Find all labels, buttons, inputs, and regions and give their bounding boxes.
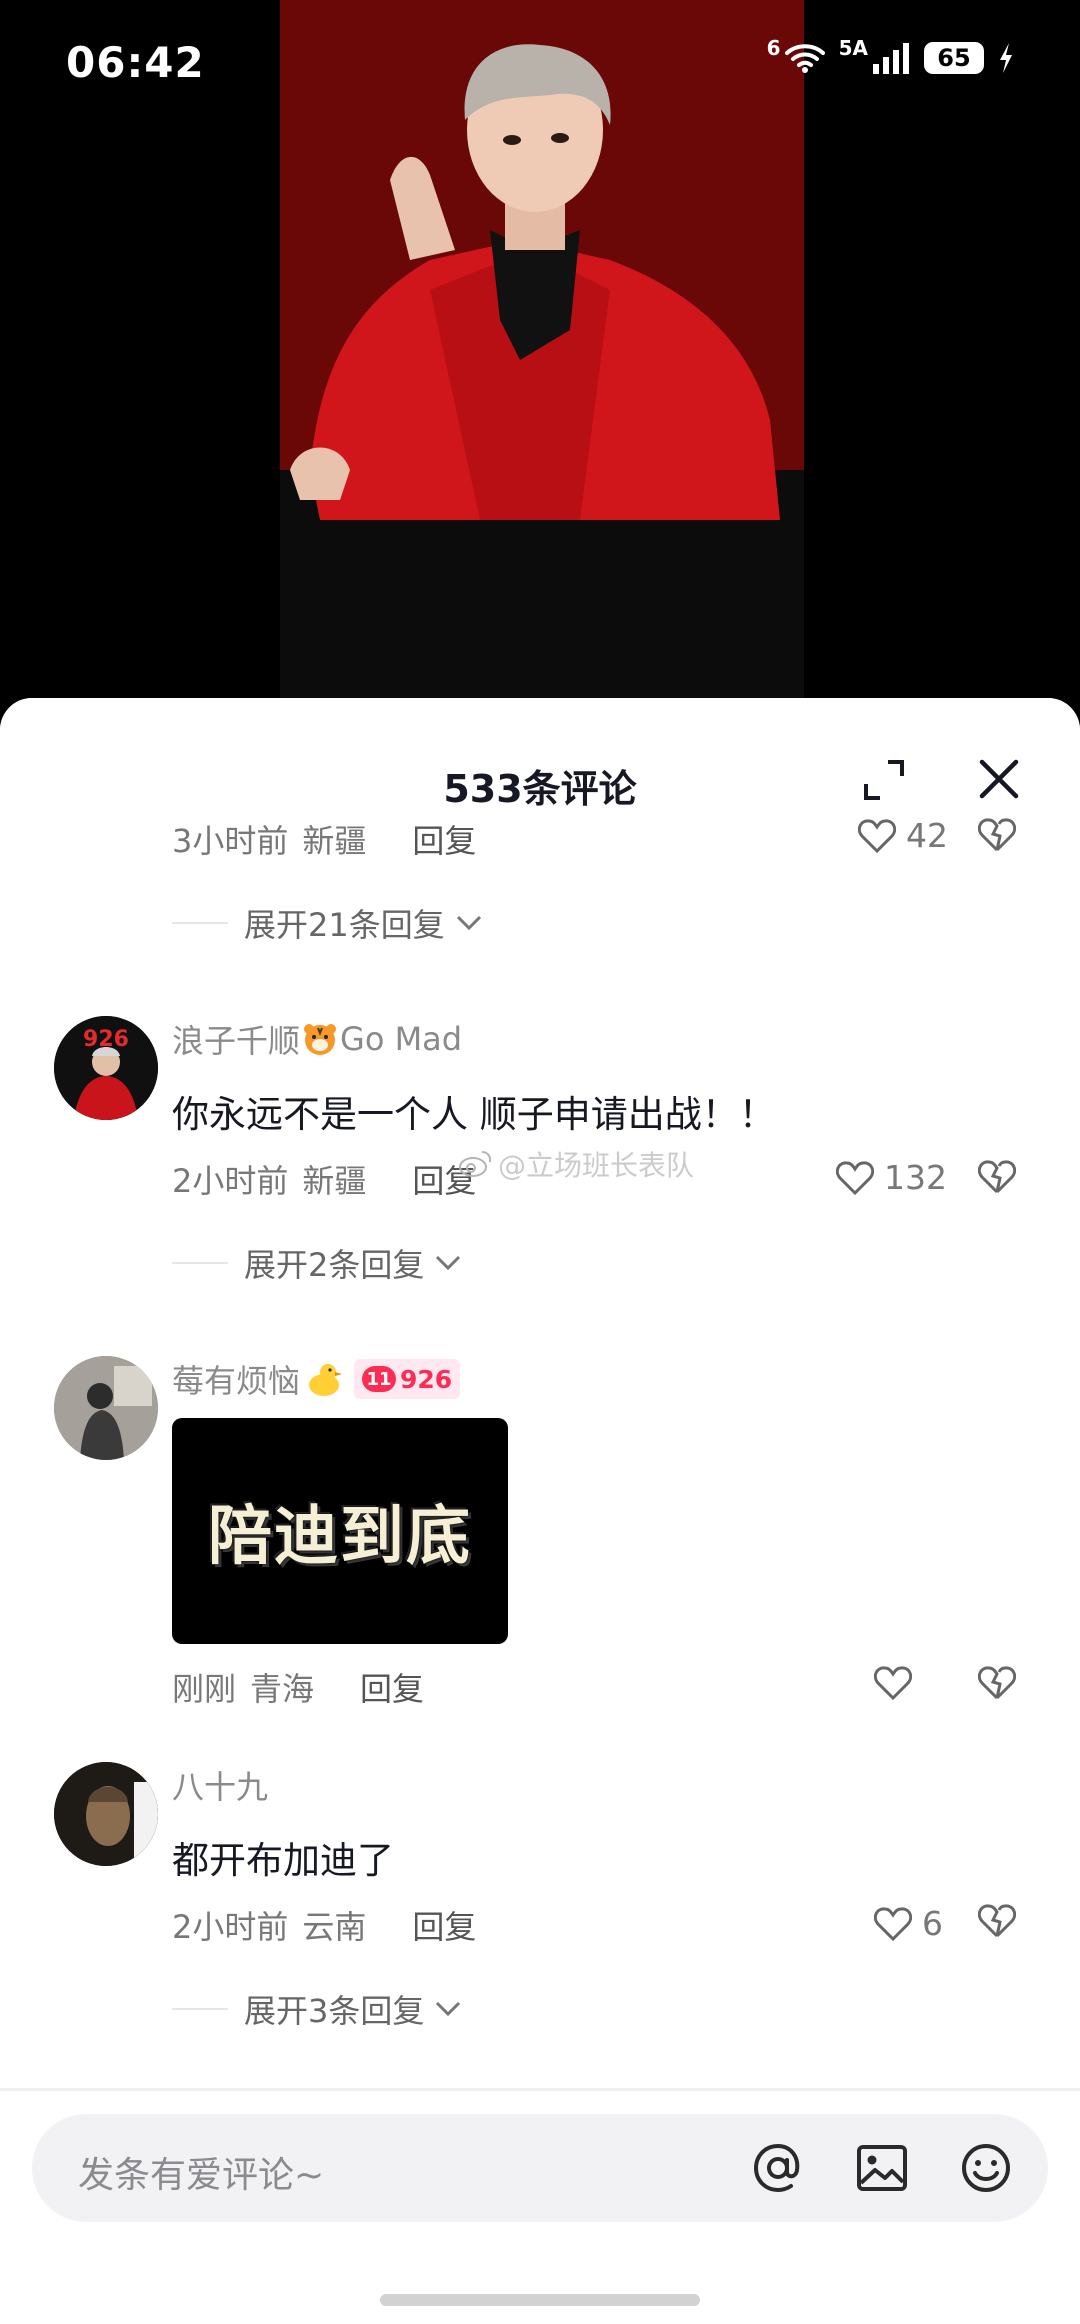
- chick-emoji-icon: [309, 1364, 343, 1396]
- expand-replies-button[interactable]: 展开21条回复: [172, 900, 483, 946]
- avatar[interactable]: 926: [54, 1016, 158, 1120]
- fan-club-badge: 11 926: [354, 1359, 461, 1399]
- wifi-icon: [784, 44, 825, 73]
- at-icon[interactable]: [750, 2140, 806, 2196]
- heart-icon: [836, 1160, 874, 1195]
- expand-replies-label: 展开2条回复: [244, 1246, 425, 1284]
- chevron-down-icon: [436, 2001, 461, 2017]
- watermark-text: @立场班长表队: [498, 1149, 695, 1182]
- comment-time: 刚刚: [172, 1670, 237, 1708]
- expand-icon[interactable]: [862, 758, 906, 802]
- comment-username[interactable]: 浪子千顺 Go Mad: [172, 1016, 462, 1062]
- watermark: @立场班长表队: [458, 1144, 694, 1184]
- image-icon[interactable]: [854, 2140, 910, 2196]
- comment-sheet: 3小时前 新疆 回复 42 展开21条回复 926 浪子千顺 Go Mad 你永…: [0, 698, 1080, 2324]
- comment-time: 3小时前: [172, 822, 289, 860]
- username-text: 浪子千顺: [172, 1022, 301, 1060]
- badge-level: 11: [362, 1366, 397, 1392]
- partial-comment-meta: 3小时前 新疆 回复: [172, 816, 476, 862]
- comment-meta: 刚刚 青海 回复: [172, 1664, 424, 1710]
- badge-text: 926: [400, 1364, 453, 1394]
- expand-replies-button[interactable]: 展开3条回复: [172, 1986, 462, 2032]
- comment-image-sticker[interactable]: 陪迪到底: [172, 1418, 508, 1644]
- home-indicator[interactable]: [380, 2294, 700, 2306]
- divider: [172, 922, 228, 924]
- chevron-down-icon: [456, 915, 481, 931]
- comment-time: 2小时前: [172, 1908, 289, 1946]
- comment-list[interactable]: 3小时前 新疆 回复 42 展开21条回复 926 浪子千顺 Go Mad 你永…: [0, 698, 1080, 2088]
- avatar-image: [54, 1356, 158, 1460]
- like-button[interactable]: 6: [874, 1904, 943, 1943]
- battery-indicator: 65: [924, 42, 984, 74]
- comment-input[interactable]: 发条有爱评论~: [32, 2114, 1048, 2222]
- comment-text: 都开布加迪了: [172, 1839, 394, 1882]
- avatar[interactable]: [54, 1762, 158, 1866]
- comment-username[interactable]: 莓有烦恼 11 926: [172, 1356, 461, 1402]
- comment-meta: 2小时前 云南 回复: [172, 1902, 476, 1948]
- charging-icon: [1000, 43, 1012, 73]
- dislike-heart-icon[interactable]: [978, 1666, 1016, 1700]
- comment-time: 2小时前: [172, 1162, 289, 1200]
- divider: [172, 2008, 228, 2010]
- comment-count-title: 533条评论: [443, 767, 637, 811]
- comment-region: 新疆: [302, 822, 367, 860]
- avatar-image: 926: [54, 1016, 158, 1120]
- like-count: 132: [884, 1158, 947, 1197]
- dislike-heart-icon[interactable]: [978, 1160, 1016, 1194]
- heart-icon: [858, 818, 896, 853]
- username-text: 莓有烦恼: [172, 1362, 301, 1400]
- comment-region: 青海: [250, 1670, 315, 1708]
- divider: [172, 1262, 228, 1264]
- like-count: 42: [906, 816, 948, 855]
- reply-button[interactable]: 回复: [412, 1902, 476, 1948]
- dislike-heart-icon[interactable]: [978, 1904, 1016, 1938]
- wifi-tag: 6: [766, 36, 781, 60]
- close-icon[interactable]: [974, 754, 1024, 804]
- system-icons: 6 5A 65: [767, 36, 1014, 74]
- divider: [0, 2088, 1080, 2091]
- sticker-text: 陪迪到底: [208, 1500, 472, 1574]
- expand-replies-label: 展开21条回复: [244, 906, 445, 944]
- network-tag: 5A: [838, 36, 868, 60]
- weibo-icon: [459, 1151, 492, 1177]
- heart-icon: [874, 1906, 912, 1941]
- comment-region: 新疆: [302, 1162, 367, 1200]
- dislike-heart-icon[interactable]: [978, 818, 1016, 852]
- tiger-emoji-icon: [304, 1024, 337, 1055]
- like-button[interactable]: [874, 1666, 912, 1700]
- comment-username[interactable]: 八十九: [172, 1762, 268, 1808]
- reply-button[interactable]: 回复: [360, 1664, 424, 1710]
- expand-replies-button[interactable]: 展开2条回复: [172, 1240, 462, 1286]
- emoji-icon[interactable]: [958, 2140, 1014, 2196]
- signal-icon: [873, 43, 909, 74]
- comment-input-placeholder: 发条有爱评论~: [78, 2155, 325, 2196]
- username-suffix: Go Mad: [340, 1020, 463, 1058]
- avatar-text: 926: [83, 1027, 129, 1052]
- comment-text: 你永远不是一个人 顺子申请出战！！: [172, 1093, 776, 1136]
- like-button[interactable]: 132: [836, 1158, 947, 1197]
- chevron-down-icon: [436, 1255, 461, 1271]
- sheet-header: 533条评论: [0, 698, 1080, 811]
- avatar[interactable]: [54, 1356, 158, 1460]
- expand-replies-label: 展开3条回复: [244, 1992, 425, 2030]
- avatar-image: [54, 1762, 158, 1866]
- status-bar: 06:42 6 5A 65: [0, 0, 1080, 130]
- like-button[interactable]: 42: [858, 816, 948, 855]
- heart-icon: [874, 1666, 912, 1700]
- comment-region: 云南: [302, 1908, 367, 1946]
- comment-meta: 2小时前 新疆 回复: [172, 1156, 476, 1202]
- status-time: 06:42: [66, 38, 205, 87]
- reply-button[interactable]: 回复: [412, 816, 476, 862]
- like-count: 6: [922, 1904, 943, 1943]
